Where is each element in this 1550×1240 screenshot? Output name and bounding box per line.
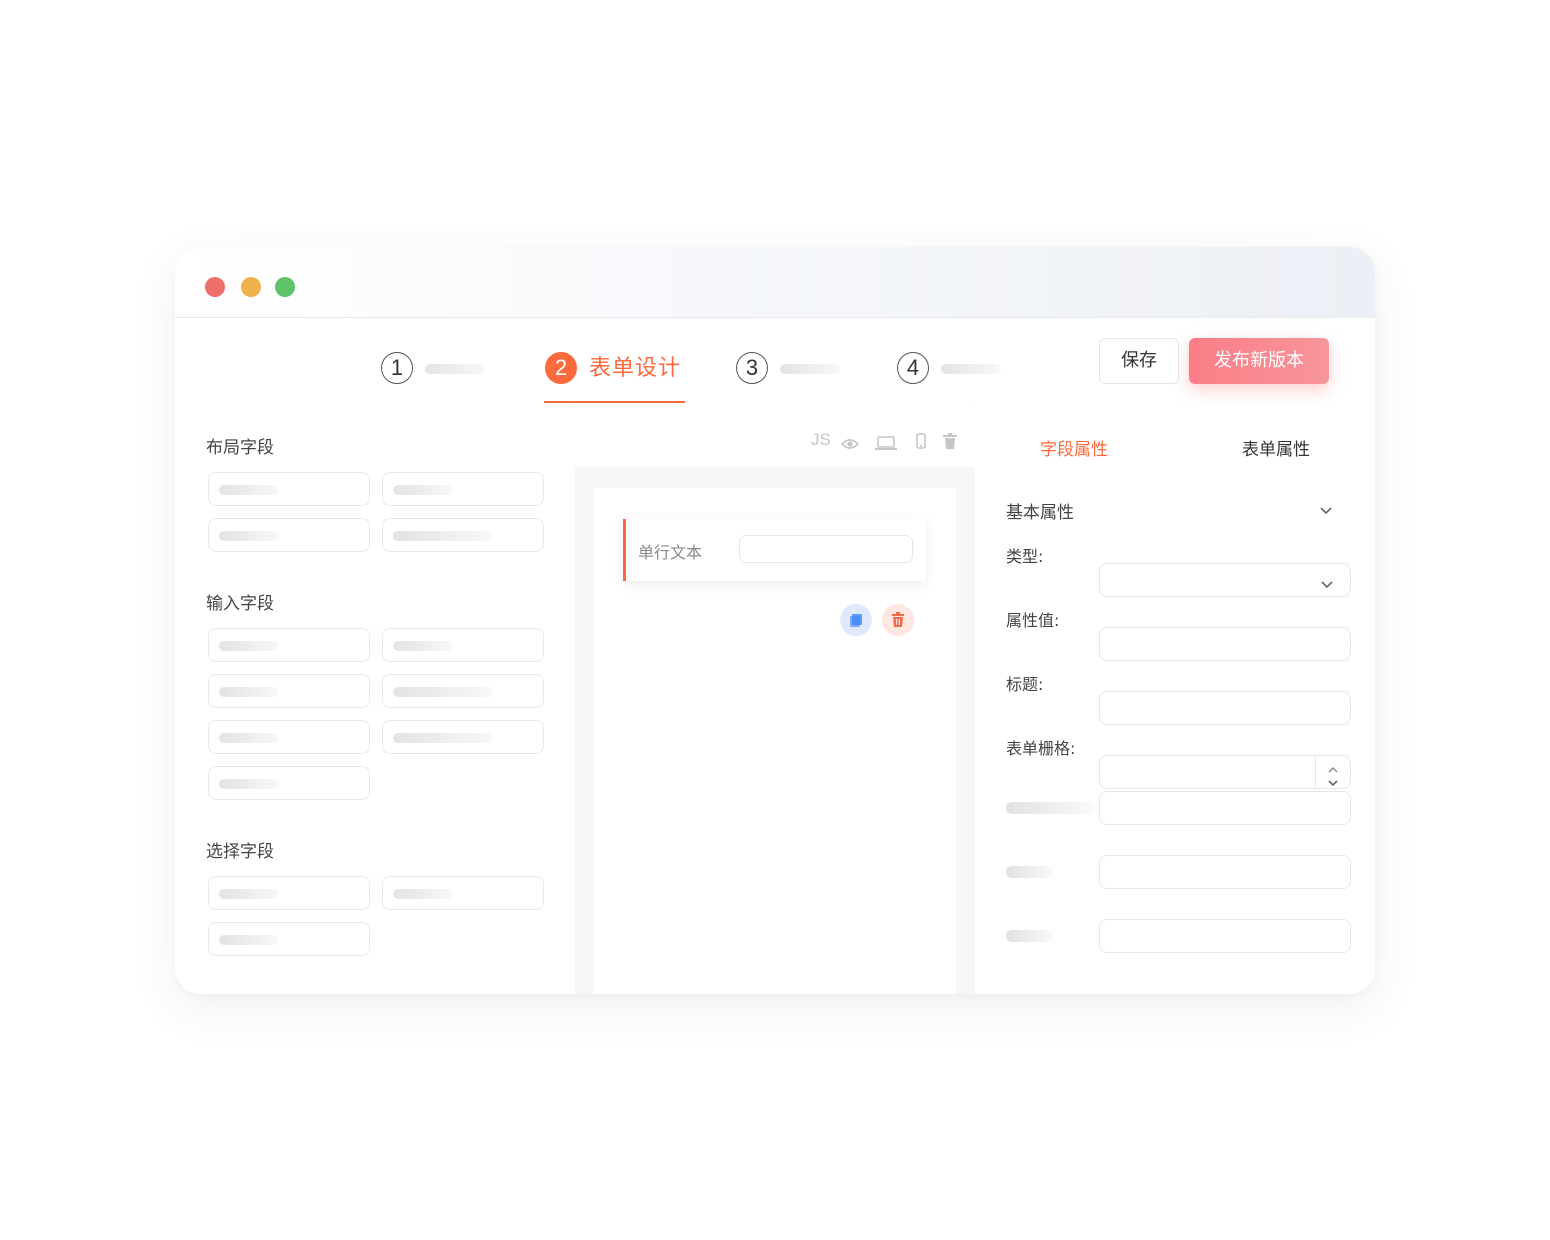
attribute-value-input[interactable] <box>1099 627 1351 661</box>
layout-fields-title: 布局字段 <box>206 438 274 458</box>
form-grid-label: 表单栅格: <box>1006 739 1076 758</box>
property-label-placeholder <box>1006 866 1054 878</box>
field-palette: 布局字段 输入字段 选择字段 <box>175 405 574 994</box>
chevron-down-icon[interactable] <box>1319 501 1333 520</box>
input-field-item[interactable] <box>382 674 544 708</box>
save-button[interactable]: 保存 <box>1099 338 1179 384</box>
title-input[interactable] <box>1099 691 1351 725</box>
type-label: 类型: <box>1006 547 1044 566</box>
input-field-item[interactable] <box>208 720 370 754</box>
item-label-placeholder <box>393 687 493 697</box>
item-label-placeholder <box>219 485 279 495</box>
trash-icon <box>892 612 904 627</box>
item-label-placeholder <box>219 641 279 651</box>
input-field-item[interactable] <box>208 766 370 800</box>
step-2-number: 2 <box>545 352 577 384</box>
single-line-text-input[interactable] <box>739 535 913 563</box>
select-field-item[interactable] <box>208 876 370 910</box>
delete-field-button[interactable] <box>882 604 914 636</box>
js-button[interactable]: JS <box>811 430 831 450</box>
field-label: 单行文本 <box>638 543 703 562</box>
property-input[interactable] <box>1099 791 1351 825</box>
minimize-window-button[interactable] <box>241 277 261 297</box>
title-label: 标题: <box>1006 675 1044 694</box>
item-label-placeholder <box>393 889 453 899</box>
step-2-label: 表单设计 <box>589 356 682 381</box>
item-label-placeholder <box>393 485 453 495</box>
chevron-down-icon <box>1320 575 1334 594</box>
close-window-button[interactable] <box>205 277 225 297</box>
step-4-number: 4 <box>897 352 929 384</box>
attribute-value-label: 属性值: <box>1006 611 1060 630</box>
item-label-placeholder <box>393 733 493 743</box>
layout-field-item[interactable] <box>208 518 370 552</box>
selected-field-card[interactable]: 单行文本 <box>623 519 926 581</box>
item-label-placeholder <box>219 733 279 743</box>
app-window: 1 2 表单设计 3 4 保存 发布新版本 布局字段 输入字段 选择字段 JS … <box>175 247 1375 994</box>
layout-field-item[interactable] <box>382 472 544 506</box>
item-label-placeholder <box>393 641 453 651</box>
form-canvas-panel: JS 单行文本 <box>575 405 975 994</box>
canvas-toolbar: JS <box>575 405 975 467</box>
item-label-placeholder <box>219 935 279 945</box>
basic-properties-title: 基本属性 <box>1006 503 1074 523</box>
item-label-placeholder <box>219 531 279 541</box>
step-1-label-placeholder <box>425 364 485 374</box>
input-field-item[interactable] <box>208 628 370 662</box>
select-fields-title: 选择字段 <box>206 842 274 862</box>
layout-field-item[interactable] <box>208 472 370 506</box>
property-label-placeholder <box>1006 930 1054 942</box>
property-label-placeholder <box>1006 802 1094 814</box>
property-input[interactable] <box>1099 919 1351 953</box>
step-4-label-placeholder <box>941 364 1001 374</box>
item-label-placeholder <box>393 531 493 541</box>
form-grid-stepper[interactable] <box>1099 755 1351 789</box>
clear-trash-icon[interactable] <box>943 433 957 453</box>
step-3-number: 3 <box>736 352 768 384</box>
select-field-item[interactable] <box>382 876 544 910</box>
title-bar <box>175 247 1375 318</box>
copy-field-button[interactable] <box>840 604 872 636</box>
stepper-buttons <box>1315 756 1350 788</box>
mobile-view-icon[interactable] <box>916 433 926 453</box>
item-label-placeholder <box>219 687 279 697</box>
item-label-placeholder <box>219 779 279 789</box>
input-field-item[interactable] <box>382 628 544 662</box>
type-select[interactable] <box>1099 563 1351 597</box>
chevron-down-icon[interactable] <box>1327 773 1339 792</box>
tab-form-properties[interactable]: 表单属性 <box>1242 435 1310 460</box>
layout-field-item[interactable] <box>382 518 544 552</box>
step-1-number: 1 <box>381 352 413 384</box>
input-field-item[interactable] <box>382 720 544 754</box>
preview-eye-icon[interactable] <box>840 435 860 454</box>
desktop-view-icon[interactable] <box>875 435 897 454</box>
tab-field-properties[interactable]: 字段属性 <box>1040 435 1108 460</box>
select-field-item[interactable] <box>208 922 370 956</box>
form-canvas[interactable]: 单行文本 <box>594 488 956 994</box>
input-fields-title: 输入字段 <box>206 594 274 614</box>
input-field-item[interactable] <box>208 674 370 708</box>
copy-icon <box>850 614 862 627</box>
property-input[interactable] <box>1099 855 1351 889</box>
publish-button[interactable]: 发布新版本 <box>1189 338 1329 384</box>
item-label-placeholder <box>219 889 279 899</box>
step-3-label-placeholder <box>780 364 840 374</box>
maximize-window-button[interactable] <box>275 277 295 297</box>
active-step-underline <box>544 401 685 403</box>
properties-panel: 字段属性 表单属性 基本属性 类型: 属性值: 标题: 表单栅格: <box>976 405 1375 994</box>
